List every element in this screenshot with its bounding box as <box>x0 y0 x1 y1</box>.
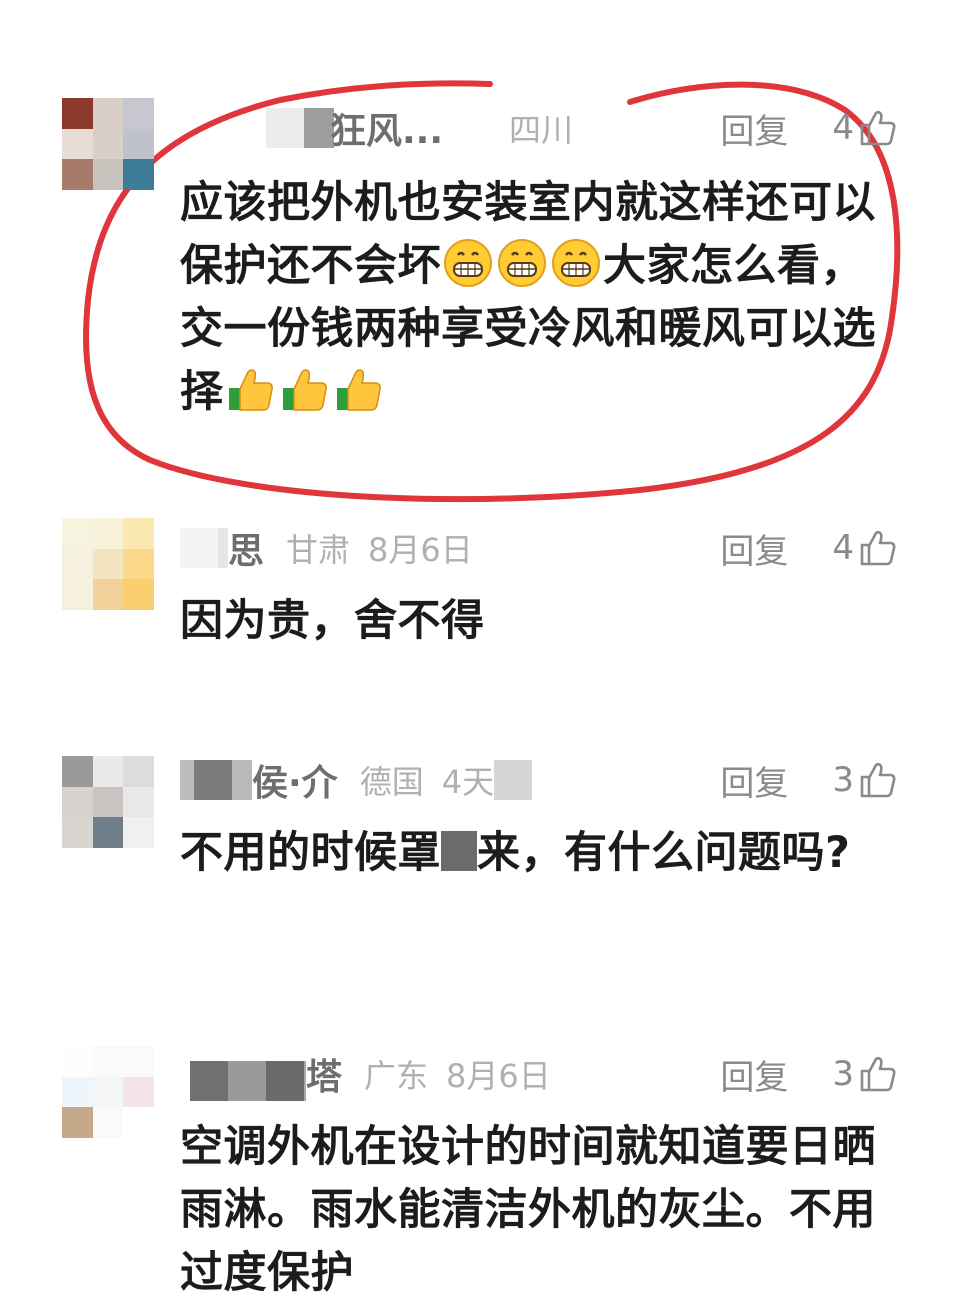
thumbs-up-emoji-icon <box>336 369 381 411</box>
redacted-character-mosaic <box>441 831 477 871</box>
avatar[interactable] <box>62 98 154 190</box>
user-region: 广东 <box>364 1057 429 1095</box>
redacted-username-mosaic <box>190 1061 306 1101</box>
like-button[interactable]: 4 <box>832 528 898 568</box>
user-region: 四川 <box>509 111 574 149</box>
comment-date: 8月6日 <box>368 531 473 569</box>
like-count: 3 <box>832 760 854 800</box>
avatar[interactable] <box>62 1046 154 1138</box>
username[interactable]: 塔 <box>306 1048 342 1100</box>
reply-button[interactable]: 回复 <box>720 104 788 153</box>
user-region: 德国 <box>359 763 424 801</box>
redacted-username-mosaic <box>266 108 334 148</box>
reply-button[interactable]: 回复 <box>720 1050 788 1099</box>
like-button[interactable]: 3 <box>832 760 898 800</box>
comment-meta: 思 甘肃 8月6日 回复 4 <box>180 520 898 576</box>
comment-text: 不用的时候罩 来，有什么问题吗? <box>180 828 851 878</box>
grinning-face-emoji-icon <box>498 239 546 287</box>
like-count: 4 <box>832 528 854 568</box>
like-button[interactable]: 3 <box>832 1054 898 1094</box>
thumbs-up-emoji-icon <box>228 369 273 411</box>
comment-text: 空调外机在设计的时间就知道要日晒雨淋。雨水能清洁外机的灰尘。不用过度保护 <box>180 1122 876 1298</box>
thumbs-up-outline-icon <box>860 762 896 798</box>
like-count: 3 <box>832 1054 854 1094</box>
username[interactable]: 狂风... <box>330 102 443 154</box>
username-wrap[interactable]: 狂风... <box>180 100 443 156</box>
username[interactable]: 思 <box>228 522 264 574</box>
like-button[interactable]: 4 <box>832 108 898 148</box>
comment-text: 应该把外机也安装室内就这样还可以保护还不会坏 大家怎么看，交一份钱两种享受冷风和暖… <box>180 178 876 417</box>
comment-date: 4天 <box>441 763 495 801</box>
comment-date: 8月6日 <box>446 1057 551 1095</box>
user-region: 甘肃 <box>286 531 351 569</box>
like-count: 4 <box>832 108 854 148</box>
comment-meta: 侯·介 德国 4天 回复 3 <box>180 752 898 808</box>
redacted-mosaic <box>494 760 533 800</box>
username-wrap[interactable]: 塔 <box>180 1046 342 1102</box>
comment-meta: 塔 广东 8月6日 回复 3 <box>180 1046 898 1102</box>
reply-button[interactable]: 回复 <box>720 524 788 573</box>
username-wrap[interactable]: 侯·介 <box>180 752 338 808</box>
thumbs-up-outline-icon <box>860 530 896 566</box>
redacted-username-mosaic <box>180 760 252 800</box>
grinning-face-emoji-icon <box>444 239 492 287</box>
thumbs-up-outline-icon <box>860 1056 896 1092</box>
grinning-face-emoji-icon <box>552 239 600 287</box>
redacted-username-mosaic <box>180 528 228 568</box>
avatar[interactable] <box>62 518 154 610</box>
username-wrap[interactable]: 思 <box>180 520 264 576</box>
username[interactable]: 侯·介 <box>252 754 338 806</box>
thumbs-up-emoji-icon <box>282 369 327 411</box>
comment-meta: 狂风... 四川 回复 4 <box>180 100 898 156</box>
thumbs-up-outline-icon <box>860 110 896 146</box>
avatar[interactable] <box>62 756 154 848</box>
comment-text: 因为贵，舍不得 <box>180 596 485 646</box>
reply-button[interactable]: 回复 <box>720 756 788 805</box>
